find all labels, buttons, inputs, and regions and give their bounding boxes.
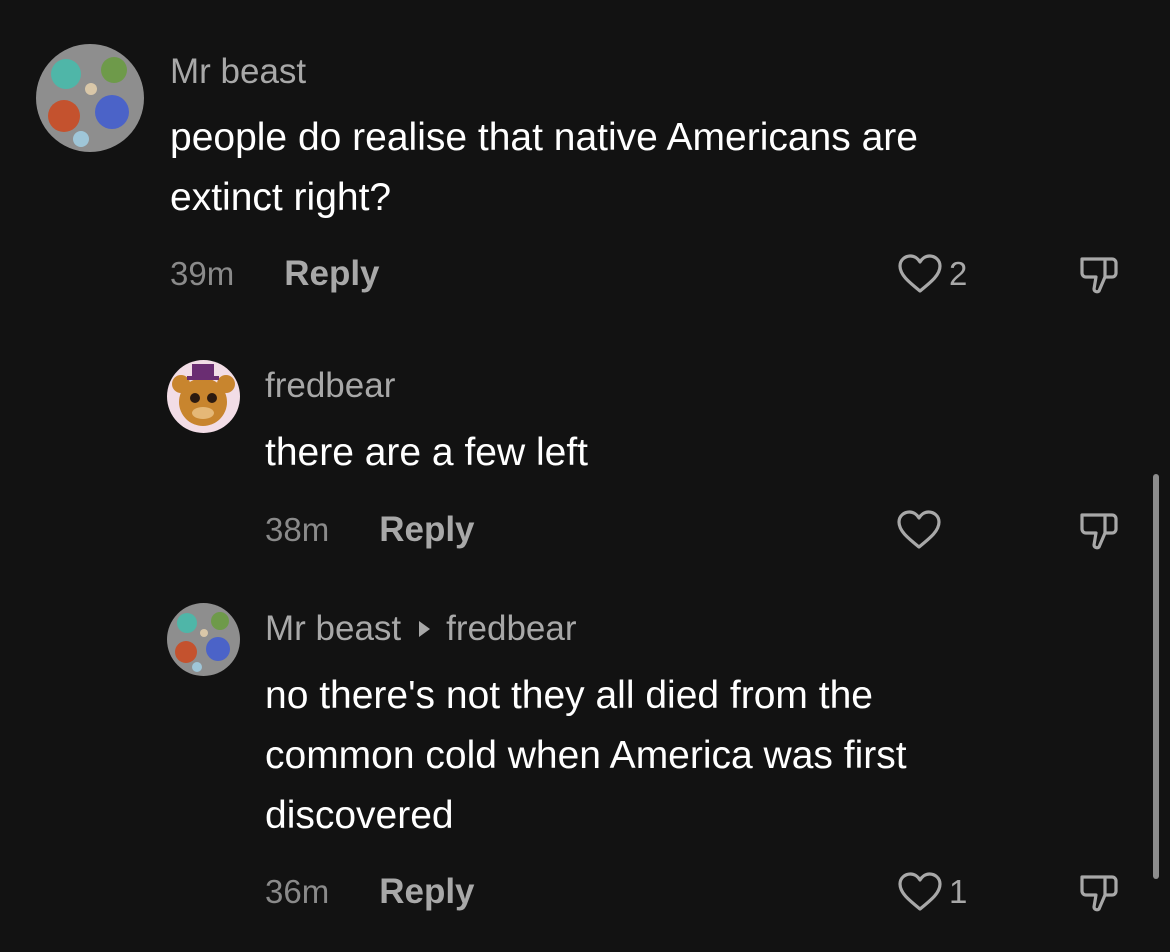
dislike-button[interactable] [1076, 253, 1122, 299]
comment-text-line: extinct right? [170, 176, 392, 219]
like-button[interactable]: 2 [897, 252, 967, 296]
comment-text-line: people do realise that native Americans … [170, 116, 918, 159]
scrollbar-thumb[interactable] [1153, 474, 1159, 879]
reply-button[interactable]: Reply [379, 510, 474, 550]
avatar-mr-beast[interactable] [36, 44, 144, 152]
comment-username-row: Mr beast fredbear [265, 609, 577, 649]
like-count: 2 [949, 255, 968, 292]
dislike-button[interactable] [1076, 509, 1122, 555]
comment-timestamp: 36m [265, 873, 330, 910]
reply-target-username[interactable]: fredbear [446, 609, 576, 649]
comment-meta: 39m Reply [170, 252, 380, 296]
thumbs-down-icon [1080, 513, 1118, 550]
like-button[interactable] [896, 508, 948, 552]
like-count: 1 [949, 873, 968, 910]
comment-meta: 38m Reply [265, 508, 475, 552]
comment-username[interactable]: fredbear [265, 366, 395, 406]
like-button[interactable]: 1 [897, 870, 967, 914]
comment-meta: 36m Reply [265, 870, 475, 914]
comment-timestamp: 39m [170, 255, 235, 292]
heart-outline-icon [898, 872, 942, 911]
comment-text-line: discovered [265, 794, 454, 837]
play-arrow-icon [419, 620, 431, 637]
avatar-mr-beast[interactable] [167, 603, 240, 676]
comment-text: people do realise that native Americans … [170, 108, 918, 228]
comment-username[interactable]: Mr beast [265, 609, 401, 648]
reply-button[interactable]: Reply [379, 872, 474, 912]
thumbs-down-icon [1080, 875, 1118, 912]
comment-text-line: no there's not they all died from the [265, 674, 873, 717]
comment-text: no there's not they all died from the co… [265, 666, 907, 846]
comment-timestamp: 38m [265, 511, 330, 548]
comment-text-line: there are a few left [265, 431, 589, 474]
comment-text-line: common cold when America was first [265, 734, 907, 777]
heart-outline-icon [898, 254, 942, 293]
reply-button[interactable]: Reply [284, 254, 379, 294]
comment-username[interactable]: Mr beast [170, 52, 306, 92]
heart-outline-icon [897, 510, 941, 549]
dislike-button[interactable] [1076, 871, 1122, 917]
comment-text: there are a few left [265, 423, 588, 483]
thumbs-down-icon [1080, 257, 1118, 294]
avatar-fredbear[interactable] [167, 360, 240, 433]
